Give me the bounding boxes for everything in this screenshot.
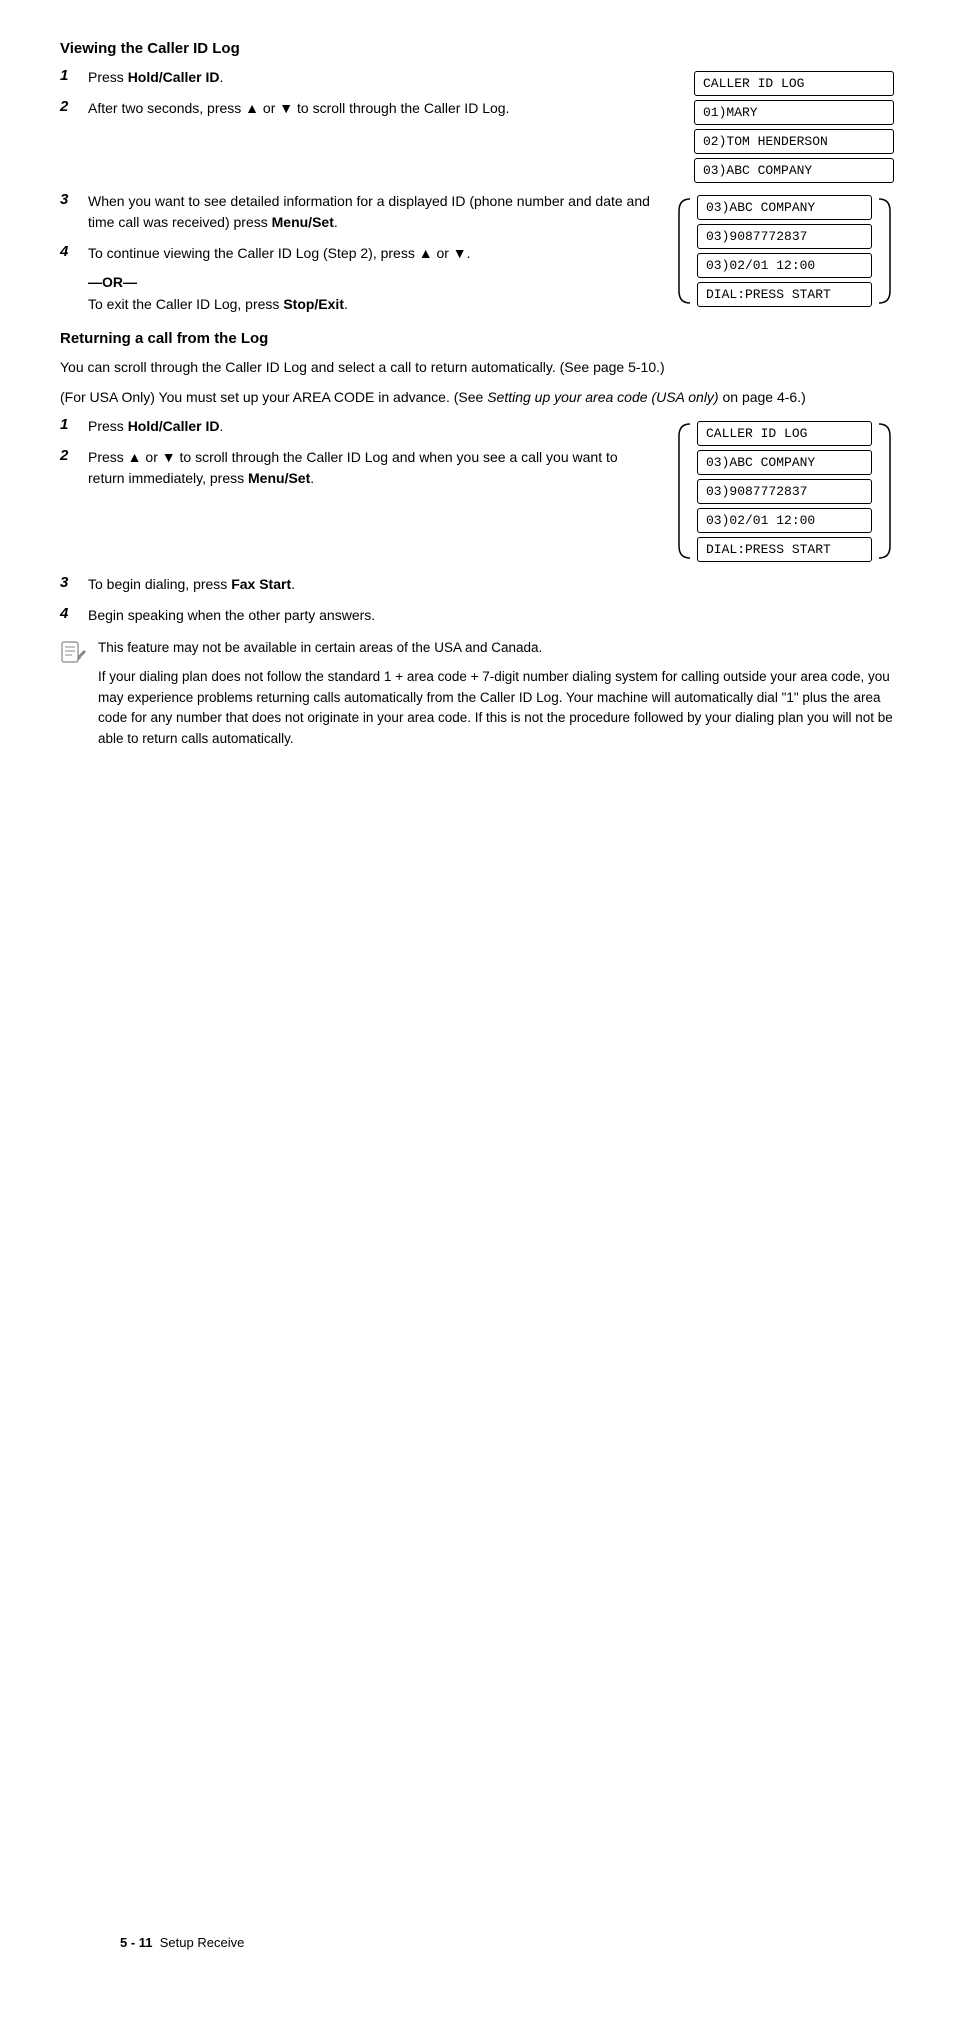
step-2-4: 4 Begin speaking when the other party an…: [60, 605, 894, 626]
step2-number-1: 1: [60, 416, 88, 433]
step2-number-4: 4: [60, 605, 88, 622]
lcd-line-2-2: 03)9087772837: [697, 224, 872, 249]
note-text-2: If your dialing plan does not follow the…: [98, 667, 894, 751]
step-2-1: 1 Press Hold/Caller ID.: [60, 416, 655, 437]
step-1-1: 1 Press Hold/Caller ID.: [60, 67, 674, 88]
note-pencil-icon: [60, 638, 92, 669]
lcd-line-3-2: 03)ABC COMPANY: [697, 450, 872, 475]
step-number-2: 2: [60, 98, 88, 115]
step2-number-2: 2: [60, 447, 88, 464]
step-number-4: 4: [60, 243, 88, 260]
step2-number-3: 3: [60, 574, 88, 591]
lcd-line-3-5: DIAL:PRESS START: [697, 537, 872, 562]
step-content-3: When you want to see detailed informatio…: [88, 191, 655, 233]
right-bracket2-icon: [876, 416, 894, 566]
or-divider: —OR—: [88, 274, 655, 290]
section1-title: Viewing the Caller ID Log: [60, 40, 894, 57]
lcd-line-1-4: 03)ABC COMPANY: [694, 158, 894, 183]
left-bracket-icon: [675, 191, 693, 311]
step2-content-3: To begin dialing, press Fax Start.: [88, 574, 894, 595]
section2-para2: (For USA Only) You must set up your AREA…: [60, 387, 894, 409]
display-group-2-wrapper: 03)ABC COMPANY 03)9087772837 03)02/01 12…: [675, 191, 894, 311]
step-content-4: To continue viewing the Caller ID Log (S…: [88, 243, 655, 264]
lcd-line-1-1: CALLER ID LOG: [694, 71, 894, 96]
step-1-4: 4 To continue viewing the Caller ID Log …: [60, 243, 655, 264]
step2-content-2: Press ▲ or ▼ to scroll through the Calle…: [88, 447, 655, 489]
lcd-line-3-3: 03)9087772837: [697, 479, 872, 504]
step2-content-4: Begin speaking when the other party answ…: [88, 605, 894, 626]
left-bracket2-icon: [675, 416, 693, 566]
lcd-line-1-2: 01)MARY: [694, 100, 894, 125]
step2-content-1: Press Hold/Caller ID.: [88, 416, 655, 437]
step-2-2: 2 Press ▲ or ▼ to scroll through the Cal…: [60, 447, 655, 489]
step-2-3: 3 To begin dialing, press Fax Start.: [60, 574, 894, 595]
section2-para1: You can scroll through the Caller ID Log…: [60, 357, 894, 379]
lcd-line-2-3: 03)02/01 12:00: [697, 253, 872, 278]
footer: 5 - 11 Setup Receive: [120, 1935, 244, 1950]
step-1-2: 2 After two seconds, press ▲ or ▼ to scr…: [60, 98, 674, 119]
lcd-line-1-3: 02)TOM HENDERSON: [694, 129, 894, 154]
lcd-line-2-4: DIAL:PRESS START: [697, 282, 872, 307]
display-group-3-wrapper: CALLER ID LOG 03)ABC COMPANY 03)90877728…: [675, 416, 894, 566]
note-icon: [60, 638, 88, 666]
lcd-line-3-1: CALLER ID LOG: [697, 421, 872, 446]
footer-page: 5 - 11: [120, 1935, 153, 1950]
lcd-line-3-4: 03)02/01 12:00: [697, 508, 872, 533]
lcd-line-2-1: 03)ABC COMPANY: [697, 195, 872, 220]
exit-text: To exit the Caller ID Log, press Stop/Ex…: [88, 296, 655, 312]
step-number-3: 3: [60, 191, 88, 208]
step-1-3: 3 When you want to see detailed informat…: [60, 191, 655, 233]
note-text-block: This feature may not be available in cer…: [98, 638, 894, 750]
display-group-1: CALLER ID LOG 01)MARY 02)TOM HENDERSON 0…: [694, 71, 894, 183]
section2-title: Returning a call from the Log: [60, 330, 894, 347]
display-group-2: 03)ABC COMPANY 03)9087772837 03)02/01 12…: [697, 195, 872, 307]
step-content-1: Press Hold/Caller ID.: [88, 67, 674, 88]
display-group-3: CALLER ID LOG 03)ABC COMPANY 03)90877728…: [697, 421, 872, 562]
note-block: This feature may not be available in cer…: [60, 638, 894, 750]
right-bracket-icon: [876, 191, 894, 311]
footer-text: Setup Receive: [160, 1935, 245, 1950]
step-number-1: 1: [60, 67, 88, 84]
note-text-1: This feature may not be available in cer…: [98, 638, 894, 658]
step-content-2: After two seconds, press ▲ or ▼ to scrol…: [88, 98, 674, 119]
